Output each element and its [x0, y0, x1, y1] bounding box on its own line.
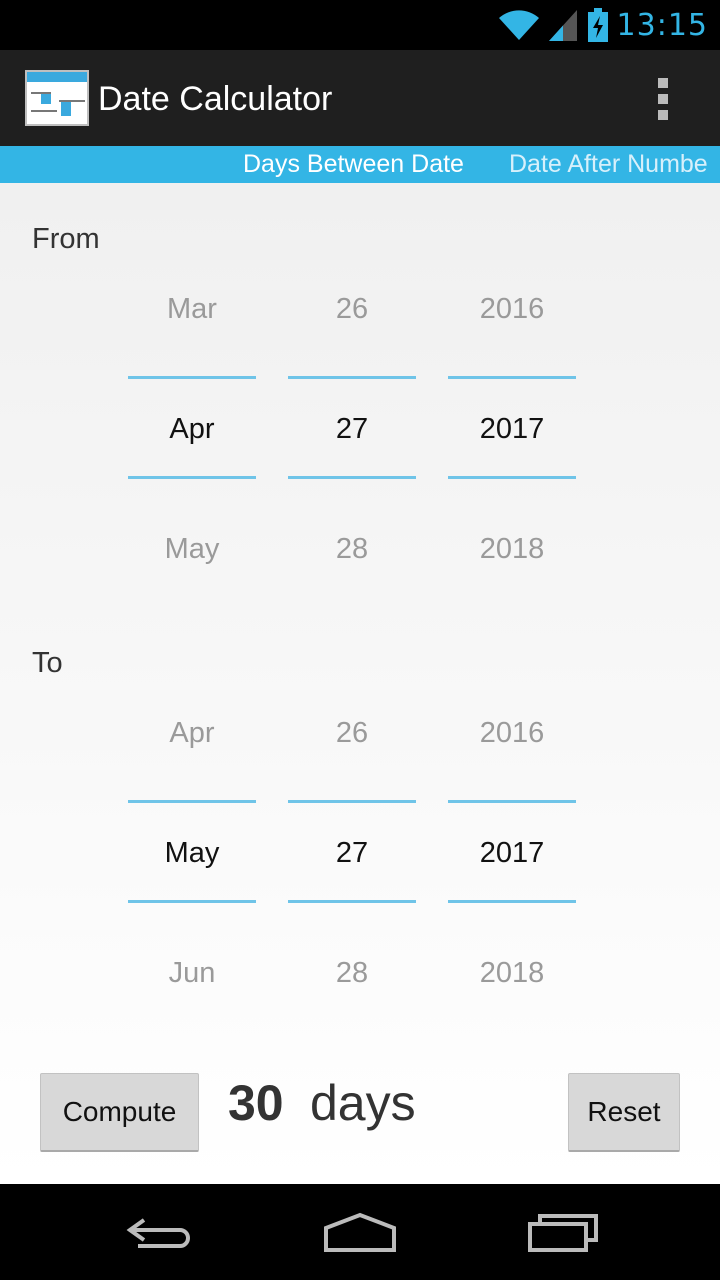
from-day-next[interactable]: 28 [288, 533, 416, 566]
to-month-next[interactable]: Jun [128, 957, 256, 990]
to-label: To [32, 647, 63, 679]
to-day-prev[interactable]: 26 [288, 717, 416, 750]
from-label: From [32, 223, 100, 255]
from-year-next[interactable]: 2018 [448, 533, 576, 566]
back-icon[interactable] [124, 1208, 194, 1258]
compute-button[interactable]: Compute [40, 1073, 199, 1152]
tab-date-after-number[interactable]: Date After Numbe [509, 150, 708, 179]
status-clock: 13:15 [616, 7, 708, 43]
calendar-calculator-icon [25, 70, 89, 126]
to-year-next[interactable]: 2018 [448, 957, 576, 990]
app-title: Date Calculator [98, 80, 333, 118]
from-day-prev[interactable]: 26 [288, 293, 416, 326]
recent-apps-icon[interactable] [526, 1208, 600, 1258]
to-day-current[interactable]: 27 [288, 837, 416, 870]
from-month-current[interactable]: Apr [128, 413, 256, 446]
wifi-icon [498, 10, 539, 40]
result-unit: days [310, 1075, 416, 1131]
main-content: From Mar Apr May 26 27 28 2016 2017 2018… [0, 183, 720, 1184]
from-day-current[interactable]: 27 [288, 413, 416, 446]
to-month-current[interactable]: May [128, 837, 256, 870]
tab-days-between-date[interactable]: Days Between Date [243, 150, 464, 179]
to-year-current[interactable]: 2017 [448, 837, 576, 870]
from-year-current[interactable]: 2017 [448, 413, 576, 446]
result-value: 30 [228, 1075, 284, 1131]
home-icon[interactable] [322, 1208, 398, 1258]
reset-button[interactable]: Reset [568, 1073, 680, 1152]
from-month-next[interactable]: May [128, 533, 256, 566]
from-year-prev[interactable]: 2016 [448, 293, 576, 326]
status-icons: 13:15 [497, 6, 708, 44]
overflow-menu-icon[interactable] [656, 78, 670, 120]
signal-icon [548, 10, 577, 41]
status-bar: 13:15 [0, 0, 720, 50]
to-day-next[interactable]: 28 [288, 957, 416, 990]
tab-strip: Days Between Date Date After Numbe [0, 146, 720, 183]
from-month-prev[interactable]: Mar [128, 293, 256, 326]
action-bar: Date Calculator [0, 50, 720, 146]
to-month-prev[interactable]: Apr [128, 717, 256, 750]
battery-charging-icon [587, 8, 608, 42]
navigation-bar [0, 1184, 720, 1280]
to-year-prev[interactable]: 2016 [448, 717, 576, 750]
